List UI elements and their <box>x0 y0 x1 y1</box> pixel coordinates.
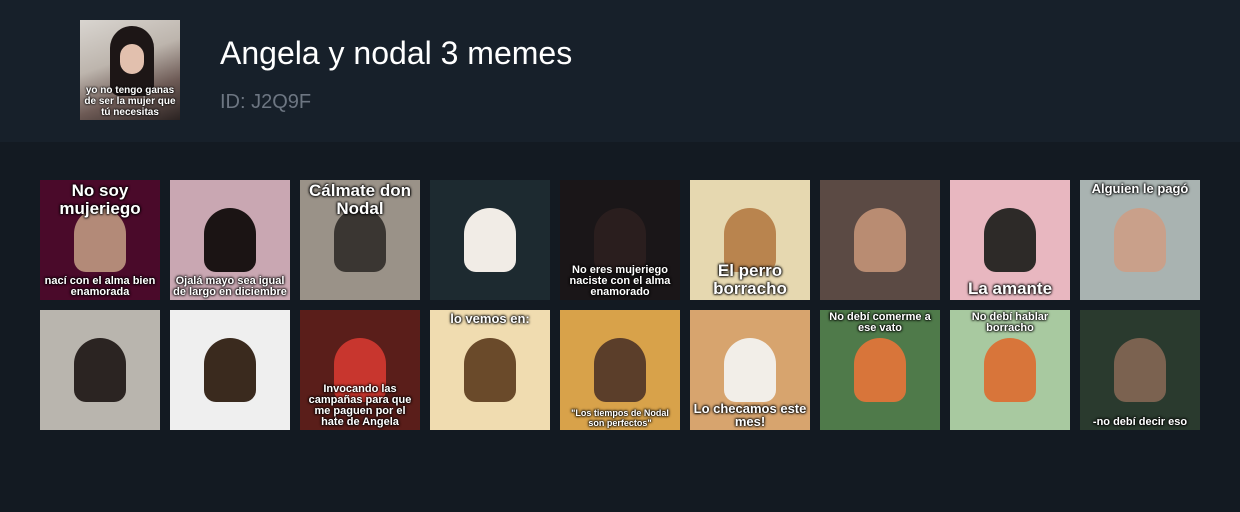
sticker-top-caption: No soy mujeriego <box>59 181 141 218</box>
sticker-figure <box>594 338 646 402</box>
sticker-figure <box>724 338 776 402</box>
sticker-figure <box>74 338 126 402</box>
sticker-tile[interactable] <box>430 180 550 300</box>
sticker-top-caption: Alguien le pagó <box>1091 181 1189 196</box>
sticker-figure <box>204 208 256 272</box>
sticker-top-caption: No debí hablar borracho <box>971 311 1049 334</box>
sticker-tile[interactable]: Cálmate don Nodal <box>300 180 420 300</box>
sticker-figure <box>594 208 646 272</box>
sticker-tile[interactable]: Lo checamos este mes! <box>690 310 810 430</box>
sticker-bottom-caption: "Los tiempos de Nodal son perfectos" <box>571 408 669 428</box>
sticker-top-caption: Cálmate don Nodal <box>308 181 412 218</box>
sticker-bottom-caption: Invocando las campañas para que me pague… <box>308 383 412 428</box>
sticker-figure <box>464 208 516 272</box>
sticker-bottom-caption: La amante <box>967 279 1053 298</box>
sticker-tile[interactable] <box>820 180 940 300</box>
sticker-top-caption: No debí comerme a ese vato <box>829 311 931 334</box>
sticker-bottom-caption: -no debí decir eso <box>1092 416 1188 428</box>
sticker-tile[interactable]: El perro borracho <box>690 180 810 300</box>
sticker-figure <box>854 208 906 272</box>
sticker-tile[interactable]: "Los tiempos de Nodal son perfectos" <box>560 310 680 430</box>
cover-caption: yo no tengo ganas de ser la mujer que tú… <box>84 85 176 118</box>
sticker-tile[interactable]: No debí hablar borracho <box>950 310 1070 430</box>
sticker-figure <box>1114 208 1166 272</box>
sticker-figure <box>984 208 1036 272</box>
pack-title: Angela y nodal 3 memes <box>220 35 573 71</box>
sticker-bottom-caption: Lo checamos este mes! <box>693 401 807 429</box>
sticker-tile[interactable]: Ojalá mayo sea igual de largo en diciemb… <box>170 180 290 300</box>
sticker-tile[interactable] <box>170 310 290 430</box>
sticker-tile[interactable]: La amante <box>950 180 1070 300</box>
sticker-tile[interactable]: Invocando las campañas para que me pague… <box>300 310 420 430</box>
pack-id: ID: J2Q9F <box>220 91 312 113</box>
sticker-bottom-caption: Ojalá mayo sea igual de largo en diciemb… <box>173 275 287 298</box>
sticker-tile[interactable]: -no debí decir eso <box>1080 310 1200 430</box>
sticker-figure <box>204 338 256 402</box>
sticker-figure <box>984 338 1036 402</box>
sticker-tile[interactable]: No debí comerme a ese vato <box>820 310 940 430</box>
sticker-bottom-caption: No eres mujeriego naciste con el alma en… <box>569 264 671 298</box>
sticker-tile[interactable]: Alguien le pagó <box>1080 180 1200 300</box>
pack-cover-image: yo no tengo ganas de ser la mujer que tú… <box>80 20 180 120</box>
sticker-bottom-caption: El perro borracho <box>713 261 787 298</box>
sticker-figure <box>464 338 516 402</box>
sticker-tile[interactable] <box>40 310 160 430</box>
sticker-tile[interactable]: No soy mujeriego nací con el alma bien e… <box>40 180 160 300</box>
sticker-grid: No soy mujeriego nací con el alma bien e… <box>40 180 1200 430</box>
sticker-tile[interactable]: No eres mujeriego naciste con el alma en… <box>560 180 680 300</box>
sticker-top-caption: lo vemos en: <box>450 311 530 326</box>
pack-header: yo no tengo ganas de ser la mujer que tú… <box>0 0 1240 142</box>
sticker-figure <box>854 338 906 402</box>
cover-face-shape <box>120 44 144 74</box>
sticker-tile[interactable]: lo vemos en: <box>430 310 550 430</box>
sticker-bottom-caption: nací con el alma bien enamorada <box>44 275 156 298</box>
sticker-figure <box>1114 338 1166 402</box>
